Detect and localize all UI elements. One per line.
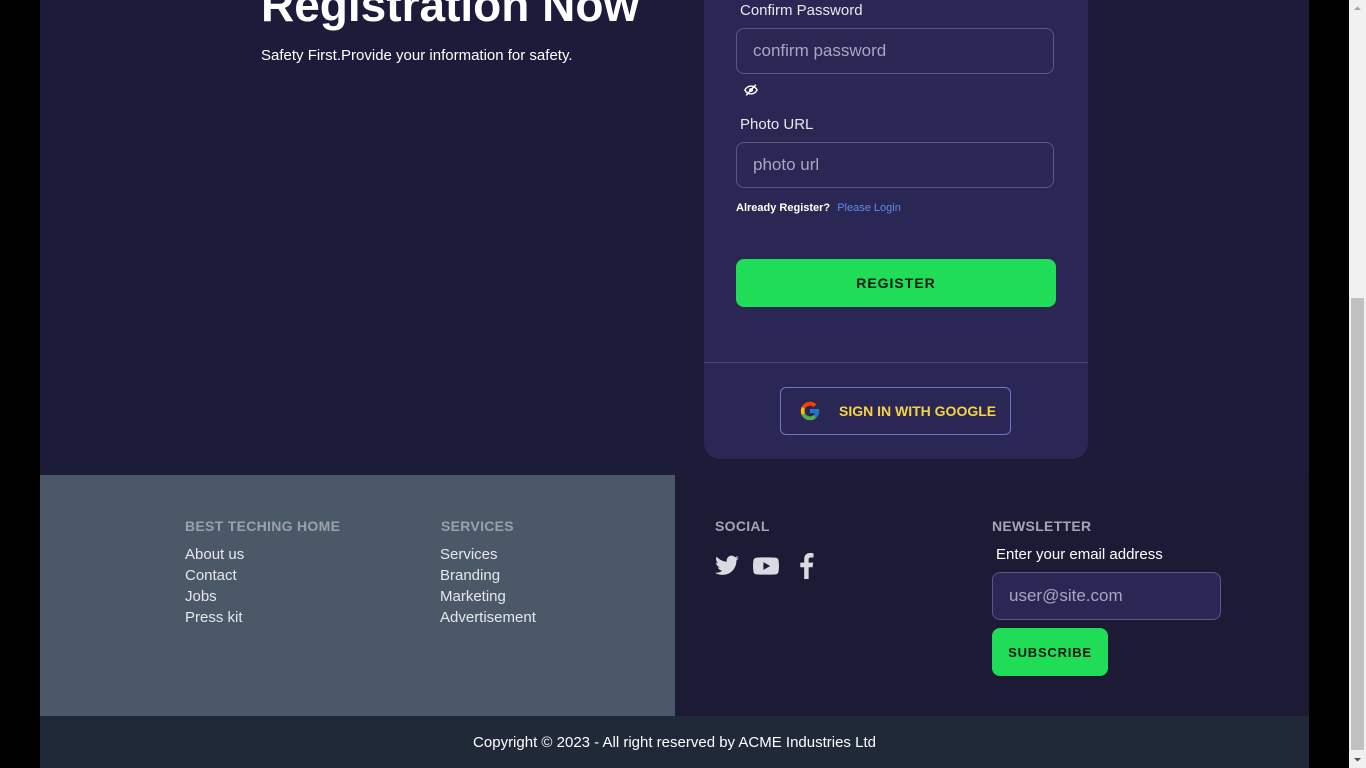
login-link[interactable]: Please Login (837, 202, 901, 214)
footer-links-panel (40, 475, 675, 716)
footer: BEST TECHING HOME About us Contact Jobs … (40, 475, 1309, 716)
youtube-icon[interactable] (753, 553, 779, 579)
twitter-icon[interactable] (714, 553, 740, 579)
copyright-bar: Copyright © 2023 - All right reserved by… (40, 716, 1309, 768)
eye-slash-icon[interactable] (744, 83, 758, 97)
registration-page: Registration Now Safety First.Provide yo… (40, 0, 1309, 768)
footer-link-jobs[interactable]: Jobs (185, 588, 217, 605)
google-button-label: SIGN IN WITH GOOGLE (839, 403, 997, 419)
google-signin-button[interactable]: SIGN IN WITH GOOGLE (780, 387, 1011, 435)
photo-url-input[interactable] (736, 142, 1054, 188)
footer-link-presskit[interactable]: Press kit (185, 609, 243, 626)
page-subtitle: Safety First.Provide your information fo… (261, 47, 573, 64)
already-registered-text: Already Register? (736, 202, 831, 214)
google-icon (800, 401, 820, 421)
newsletter-label: Enter your email address (996, 546, 1163, 563)
card-divider (704, 362, 1088, 363)
footer-link-services[interactable]: Services (440, 546, 498, 563)
registration-card: Confirm Password Photo URL Already Regis… (704, 0, 1088, 459)
confirm-password-label: Confirm Password (740, 2, 863, 19)
vertical-scrollbar[interactable] (1349, 0, 1366, 768)
subscribe-button[interactable]: SUBSCRIBE (992, 628, 1108, 676)
page-title: Registration Now (261, 0, 640, 31)
register-button[interactable]: REGISTER (736, 259, 1056, 307)
facebook-icon[interactable] (794, 553, 820, 579)
scrollbar-thumb[interactable] (1351, 298, 1364, 750)
footer-link-advertisement[interactable]: Advertisement (440, 609, 536, 626)
login-prompt: Already Register? Please Login (736, 202, 901, 214)
footer-link-about[interactable]: About us (185, 546, 244, 563)
footer-link-marketing[interactable]: Marketing (440, 588, 506, 605)
footer-heading-services: SERVICES (441, 518, 514, 534)
scroll-up-arrow-icon[interactable] (1349, 0, 1366, 17)
footer-link-contact[interactable]: Contact (185, 567, 237, 584)
footer-heading-social: SOCIAL (715, 518, 770, 534)
copyright-text: Copyright © 2023 - All right reserved by… (473, 734, 876, 751)
photo-url-label: Photo URL (740, 116, 814, 133)
confirm-password-input[interactable] (736, 28, 1054, 74)
footer-heading-newsletter: NEWSLETTER (992, 518, 1092, 534)
scroll-down-arrow-icon[interactable] (1349, 751, 1366, 768)
footer-link-branding[interactable]: Branding (440, 567, 500, 584)
footer-heading-company: BEST TECHING HOME (185, 518, 341, 534)
newsletter-email-input[interactable] (992, 572, 1221, 620)
